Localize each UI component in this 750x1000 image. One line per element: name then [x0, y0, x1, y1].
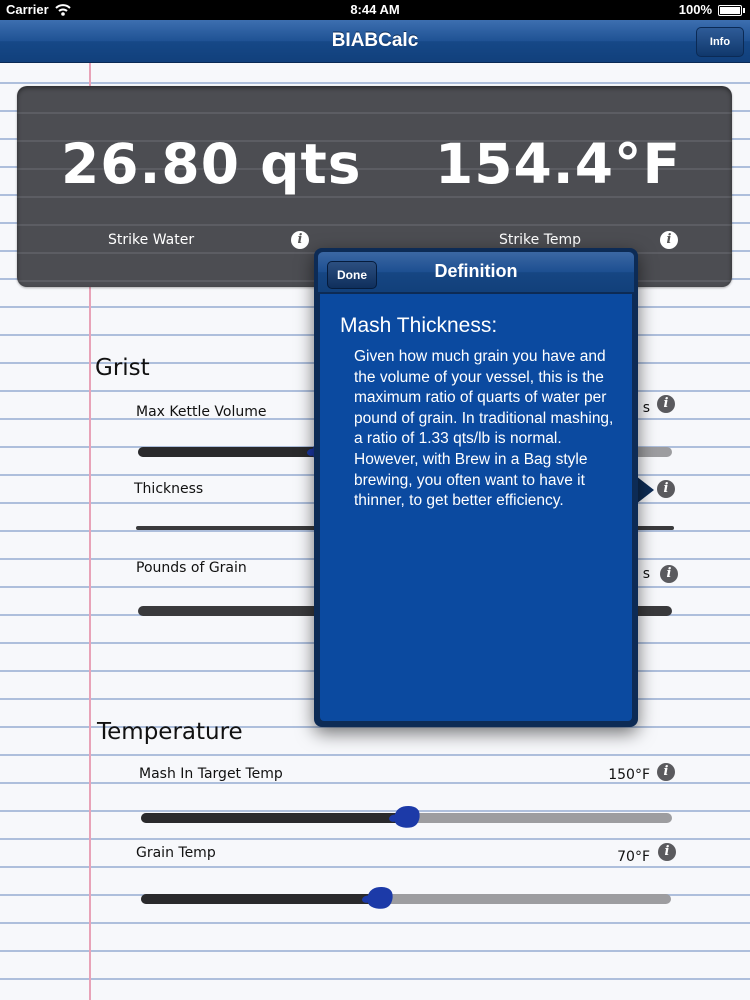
pounds-of-grain-info-icon[interactable]: i: [660, 565, 678, 583]
grist-section-title: Grist: [95, 355, 150, 381]
strike-water-value: 26.80 qts: [61, 132, 362, 196]
definition-text: Given how much grain you have and the vo…: [354, 348, 614, 510]
grain-temp-slider[interactable]: [141, 884, 671, 912]
popover-body: Mash Thickness: Given how much grain you…: [320, 294, 632, 721]
slider-fill: [141, 813, 407, 823]
strike-water-label: Strike Water: [108, 232, 195, 248]
strike-water-info-icon[interactable]: i: [291, 231, 309, 249]
strike-temp-label: Strike Temp: [499, 232, 582, 248]
mash-in-target-temp-label: Mash In Target Temp: [139, 766, 283, 782]
definition-popover: Definition Done Mash Thickness: Given ho…: [314, 248, 638, 727]
grain-temp-label: Grain Temp: [136, 845, 216, 861]
grain-temp-info-icon[interactable]: i: [658, 843, 676, 861]
info-button[interactable]: Info: [696, 27, 744, 57]
max-kettle-volume-info-icon[interactable]: i: [657, 395, 675, 413]
grain-temp-value: 70°F: [617, 849, 650, 865]
mash-in-target-temp-slider[interactable]: [141, 803, 672, 831]
max-kettle-volume-label: Max Kettle Volume: [136, 404, 267, 420]
definition-term: Mash Thickness:: [340, 314, 498, 337]
mash-in-target-temp-info-icon[interactable]: i: [657, 763, 675, 781]
pounds-of-grain-label: Pounds of Grain: [136, 560, 247, 576]
strike-temp-info-icon[interactable]: i: [660, 231, 678, 249]
temperature-section-title: Temperature: [97, 719, 243, 745]
popover-header: Definition Done: [318, 252, 634, 292]
thickness-label: Thickness: [134, 481, 204, 497]
slider-thumb[interactable]: [391, 803, 422, 831]
slider-fill: [138, 447, 325, 457]
popover-arrow: [636, 476, 654, 504]
thickness-info-icon[interactable]: i: [657, 480, 675, 498]
app-title: BIABCalc: [331, 30, 419, 51]
done-button[interactable]: Done: [327, 261, 377, 289]
slider-thumb[interactable]: [364, 884, 395, 912]
status-bar: Carrier 8:44 AM 100%: [0, 0, 750, 20]
mash-in-target-temp-value: 150°F: [608, 767, 650, 783]
navigation-bar: BIABCalc Info: [0, 20, 750, 63]
battery-icon: [718, 5, 745, 16]
battery-percent: 100%: [678, 2, 712, 17]
slider-fill: [141, 894, 380, 904]
strike-temp-value: 154.4°F: [435, 132, 682, 196]
status-time: 8:44 AM: [350, 2, 400, 17]
